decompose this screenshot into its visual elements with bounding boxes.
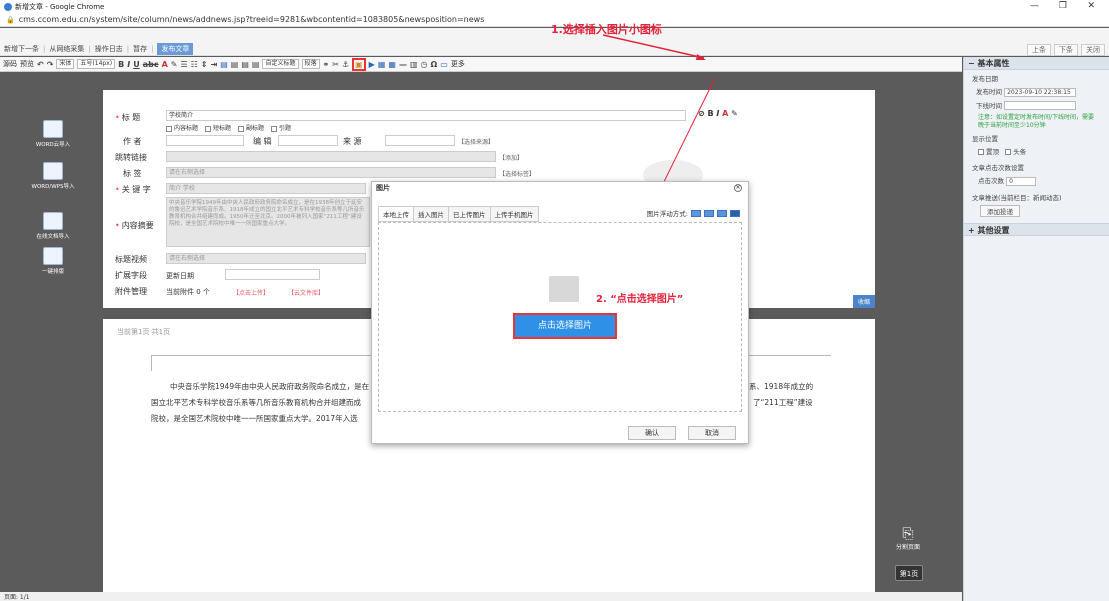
float-none-icon[interactable] bbox=[691, 209, 701, 217]
split-page-button[interactable]: ⎘ 分割页面 bbox=[893, 526, 923, 551]
dialog-tabs: 本地上传 插入图片 已上传图片 上传手机图片 bbox=[378, 206, 539, 222]
upload-drop-area[interactable]: 点击选择图片 bbox=[378, 222, 742, 412]
tab-phone-upload[interactable]: 上传手机图片 bbox=[489, 206, 539, 222]
float-label: 图片浮动方式: bbox=[646, 210, 688, 218]
page-1-button[interactable]: 第1页 bbox=[895, 565, 923, 581]
annotation-step-2: 2. “点击选择图片” bbox=[596, 294, 684, 305]
dialog-title: 图片 bbox=[376, 184, 390, 192]
image-placeholder-icon bbox=[549, 276, 579, 302]
image-dialog: 图片 ✕ 本地上传 插入图片 已上传图片 上传手机图片 图片浮动方式: 点击选择图… bbox=[371, 181, 749, 444]
confirm-button[interactable]: 确认 bbox=[628, 426, 676, 440]
status-bar: 页面: 1/1 bbox=[0, 592, 962, 601]
dialog-header: 图片 ✕ bbox=[372, 182, 748, 195]
float-center-icon[interactable] bbox=[730, 209, 740, 217]
float-left-icon[interactable] bbox=[704, 209, 714, 217]
tab-insert-image[interactable]: 插入图片 bbox=[413, 206, 449, 222]
float-right-icon[interactable] bbox=[717, 209, 727, 217]
split-page-icon: ⎘ bbox=[902, 526, 914, 542]
select-image-button[interactable]: 点击选择图片 bbox=[513, 313, 617, 339]
tab-uploaded-images[interactable]: 已上传图片 bbox=[448, 206, 491, 222]
cancel-button[interactable]: 取消 bbox=[688, 426, 736, 440]
float-options: 图片浮动方式: bbox=[647, 208, 740, 218]
tab-local-upload[interactable]: 本地上传 bbox=[378, 206, 414, 222]
dialog-close-icon[interactable]: ✕ bbox=[734, 184, 742, 192]
